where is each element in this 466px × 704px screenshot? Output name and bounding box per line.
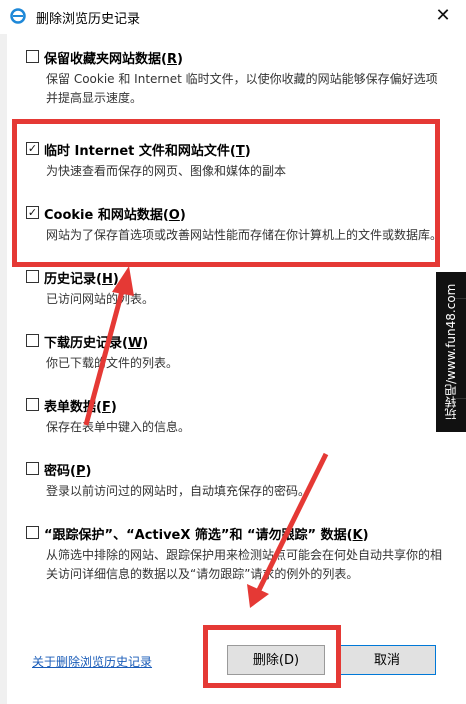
checkbox-preserve-favorites[interactable] <box>26 50 39 63</box>
option-label: “跟踪保护”、“ActiveX 筛选”和 “请勿跟踪” 数据(K) <box>44 528 369 543</box>
cancel-button[interactable]: 取消 <box>338 645 436 675</box>
option-description: 从筛选中排除的网站、跟踪保护用来检测站点可能会在何处自动共享你的相关访问详细信息… <box>46 548 443 581</box>
internet-explorer-icon <box>10 8 26 24</box>
about-delete-history-link[interactable]: 关于删除浏览历史记录 <box>32 653 152 670</box>
option-label: 历史记录(H) <box>44 272 119 287</box>
highlight-box-delete-button <box>203 625 341 688</box>
option-description: 保存在表单中键入的信息。 <box>46 420 191 434</box>
checkbox-passwords[interactable] <box>26 462 39 475</box>
title-bar: 删除浏览历史记录 ✕ <box>0 0 466 34</box>
checkbox-tracking-protection[interactable] <box>26 526 39 539</box>
edge-tick <box>455 298 466 299</box>
dialog-left-edge <box>0 34 7 704</box>
option-label: 表单数据(F) <box>44 400 117 415</box>
arrowhead-down <box>247 584 269 608</box>
watermark-text: 玩转吧/www.fun48.com <box>444 283 458 421</box>
option-description: 你已下载的文件的列表。 <box>46 356 179 370</box>
checkbox-history[interactable] <box>26 270 39 283</box>
option-description: 登录以前访问过的网站时，自动填充保存的密码。 <box>46 484 311 498</box>
checkbox-form-data[interactable] <box>26 398 39 411</box>
checkbox-download-history[interactable] <box>26 334 39 347</box>
highlight-box-checked-options <box>12 119 440 267</box>
close-button[interactable]: ✕ <box>428 2 458 30</box>
option-label: 保留收藏夹网站数据(R) <box>44 52 183 67</box>
edge-tick <box>455 398 466 399</box>
window-title: 删除浏览历史记录 <box>36 12 141 27</box>
option-description: 已访问网站的列表。 <box>46 292 155 306</box>
option-label: 下载历史记录(W) <box>44 336 149 351</box>
option-description: 保留 Cookie 和 Internet 临时文件，以使你收藏的网站能够保存偏好… <box>46 72 438 105</box>
option-label: 密码(P) <box>44 464 92 479</box>
